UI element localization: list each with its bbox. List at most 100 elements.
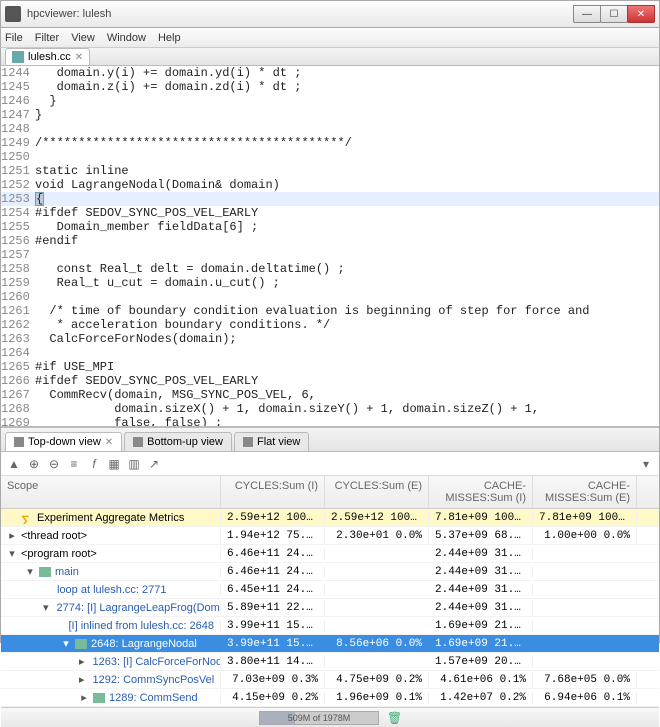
code-line[interactable]: 1265#if USE_MPI — [1, 360, 659, 374]
code-text: } — [35, 94, 659, 108]
code-line[interactable]: 1263 CalcForceForNodes(domain); — [1, 332, 659, 346]
code-line[interactable]: 1247} — [1, 108, 659, 122]
code-line[interactable]: 1245 domain.z(i) += domain.zd(i) * dt ; — [1, 80, 659, 94]
bottom-up-icon — [133, 437, 143, 447]
twisty-icon[interactable]: ▾ — [25, 565, 35, 578]
maximize-button[interactable]: ☐ — [600, 5, 628, 23]
fx-icon[interactable]: f — [87, 457, 101, 471]
menu-window[interactable]: Window — [107, 32, 146, 44]
menu-view[interactable]: View — [71, 32, 95, 44]
metric-cell: 7.03e+09 0.3% — [221, 674, 325, 686]
code-line[interactable]: 1251static inline — [1, 164, 659, 178]
line-number: 1262 — [1, 318, 35, 332]
scope-label[interactable]: 1292: CommSyncPosVel — [93, 674, 215, 686]
close-icon[interactable]: ✕ — [105, 437, 113, 448]
table-row[interactable]: ▸1263: [I] CalcForceForNodes(Do3.80e+11 … — [1, 653, 659, 671]
metric-cell: 6.46e+11 24.9% — [221, 548, 325, 560]
scope-label[interactable]: 1289: CommSend — [109, 692, 198, 704]
close-button[interactable]: ✕ — [627, 5, 655, 23]
code-line[interactable]: 1250 — [1, 150, 659, 164]
procedure-icon — [39, 567, 51, 577]
heap-gauge[interactable]: 509M of 1978M — [259, 711, 379, 725]
code-line[interactable]: 1268 domain.sizeX() + 1, domain.sizeY() … — [1, 402, 659, 416]
zoom-in-icon[interactable]: ⊕ — [27, 457, 41, 471]
twisty-icon[interactable]: ▾ — [43, 601, 49, 614]
code-line[interactable]: 1264 — [1, 346, 659, 360]
code-line[interactable]: 1262 * acceleration boundary conditions.… — [1, 318, 659, 332]
table-row[interactable]: ∑Experiment Aggregate Metrics2.59e+12 10… — [1, 509, 659, 527]
code-line[interactable]: 1249/***********************************… — [1, 136, 659, 150]
scope-label[interactable]: loop at lulesh.cc: 2771 — [57, 584, 166, 596]
close-icon[interactable]: ✕ — [75, 52, 83, 63]
col-cycles-e[interactable]: CYCLES:Sum (E) — [325, 476, 429, 508]
code-line[interactable]: 1256#endif — [1, 234, 659, 248]
code-line[interactable]: 1252void LagrangeNodal(Domain& domain) — [1, 178, 659, 192]
table-row[interactable]: [I] inlined from lulesh.cc: 26483.99e+11… — [1, 617, 659, 635]
dropdown-icon[interactable]: ▾ — [639, 457, 653, 471]
code-text: #if USE_MPI — [35, 360, 659, 374]
code-line[interactable]: 1248 — [1, 122, 659, 136]
flame-icon[interactable]: ▲ — [7, 457, 21, 471]
twisty-icon[interactable]: ▾ — [61, 637, 71, 650]
table-row[interactable]: ▾2648: LagrangeNodal3.99e+11 15.4%8.56e+… — [1, 635, 659, 653]
max-icon[interactable]: ↗ — [147, 457, 161, 471]
code-text: domain.z(i) += domain.zd(i) * dt ; — [35, 80, 659, 94]
columns-icon[interactable]: ▥ — [127, 457, 141, 471]
tab-top-down[interactable]: Top-down view ✕ — [5, 432, 122, 451]
table-row[interactable]: ▸<thread root>1.94e+12 75.0%2.30e+01 0.0… — [1, 527, 659, 545]
table-row[interactable]: ▸1292: CommSyncPosVel7.03e+09 0.3%4.75e+… — [1, 671, 659, 689]
twisty-icon[interactable]: ▸ — [7, 529, 17, 542]
code-line[interactable]: 1259 Real_t u_cut = domain.u_cut() ; — [1, 276, 659, 290]
code-line[interactable]: 1267 CommRecv(domain, MSG_SYNC_POS_VEL, … — [1, 388, 659, 402]
table-header: Scope CYCLES:Sum (I) CYCLES:Sum (E) CACH… — [1, 476, 659, 509]
metrics-table[interactable]: Scope CYCLES:Sum (I) CYCLES:Sum (E) CACH… — [1, 476, 659, 707]
code-line[interactable]: 1261 /* time of boundary condition evalu… — [1, 304, 659, 318]
code-line[interactable]: 1244 domain.y(i) += domain.yd(i) * dt ; — [1, 66, 659, 80]
code-line[interactable]: 1258 const Real_t delt = domain.deltatim… — [1, 262, 659, 276]
scope-cell: ▾<program root> — [1, 547, 221, 560]
code-line[interactable]: 1269 false, false) ; — [1, 416, 659, 426]
code-line[interactable]: 1257 — [1, 248, 659, 262]
zoom-out-icon[interactable]: ⊖ — [47, 457, 61, 471]
twisty-icon[interactable]: ▸ — [79, 673, 85, 686]
table-row[interactable]: ▾<program root>6.46e+11 24.9%2.44e+09 31… — [1, 545, 659, 563]
scope-label[interactable]: [I] inlined from lulesh.cc: 2648 — [68, 620, 214, 632]
scope-cell: ▸ 1263: [I] CalcForceForNodes(Do — [1, 655, 221, 668]
code-line[interactable]: 1254#ifdef SEDOV_SYNC_POS_VEL_EARLY — [1, 206, 659, 220]
minimize-button[interactable]: — — [573, 5, 601, 23]
menu-help[interactable]: Help — [158, 32, 181, 44]
file-tab-lulesh[interactable]: lulesh.cc ✕ — [5, 48, 90, 65]
metric-cell: 2.44e+09 31.2% — [429, 584, 533, 596]
scope-cell: ▾ main — [1, 565, 221, 578]
twisty-icon[interactable]: ▸ — [79, 691, 89, 704]
code-text: #endif — [35, 234, 659, 248]
col-scope[interactable]: Scope — [1, 476, 221, 508]
col-cache-e[interactable]: CACHE-MISSES:Sum (E) — [533, 476, 637, 508]
tab-bottom-up[interactable]: Bottom-up view — [124, 432, 232, 451]
scope-label[interactable]: 2774: [I] LagrangeLeapFrog(Domain&) — [57, 602, 221, 614]
code-text — [35, 248, 659, 262]
code-line[interactable]: 1255 Domain_member fieldData[6] ; — [1, 220, 659, 234]
code-line[interactable]: 1253{ — [1, 192, 659, 206]
table-row[interactable]: ▾2774: [I] LagrangeLeapFrog(Domain&)5.89… — [1, 599, 659, 617]
menu-filter[interactable]: Filter — [35, 32, 59, 44]
scope-label[interactable]: 1263: [I] CalcForceForNodes(Do — [93, 656, 221, 668]
code-line[interactable]: 1246 } — [1, 94, 659, 108]
col-cache-i[interactable]: CACHE-MISSES:Sum (I) — [429, 476, 533, 508]
gc-icon[interactable]: 🗑 — [387, 711, 401, 725]
table-row[interactable]: ▾main6.46e+11 24.9%2.44e+09 31.2% — [1, 563, 659, 581]
expand-icon[interactable]: ≡ — [67, 457, 81, 471]
twisty-icon[interactable]: ▸ — [79, 655, 85, 668]
table-row[interactable]: loop at lulesh.cc: 27716.45e+11 24.9%2.4… — [1, 581, 659, 599]
menu-file[interactable]: File — [5, 32, 23, 44]
scope-label[interactable]: 2648: LagrangeNodal — [91, 638, 197, 650]
table-row[interactable]: ▸1289: CommSend4.15e+09 0.2%1.96e+09 0.1… — [1, 689, 659, 707]
scope-label[interactable]: main — [55, 566, 79, 578]
code-line[interactable]: 1266#ifdef SEDOV_SYNC_POS_VEL_EARLY — [1, 374, 659, 388]
code-line[interactable]: 1260 — [1, 290, 659, 304]
code-editor[interactable]: 1244 domain.y(i) += domain.yd(i) * dt ;1… — [1, 66, 659, 426]
col-cycles-i[interactable]: CYCLES:Sum (I) — [221, 476, 325, 508]
csv-icon[interactable]: ▦ — [107, 457, 121, 471]
twisty-icon[interactable]: ▾ — [7, 547, 17, 560]
tab-flat[interactable]: Flat view — [234, 432, 309, 451]
